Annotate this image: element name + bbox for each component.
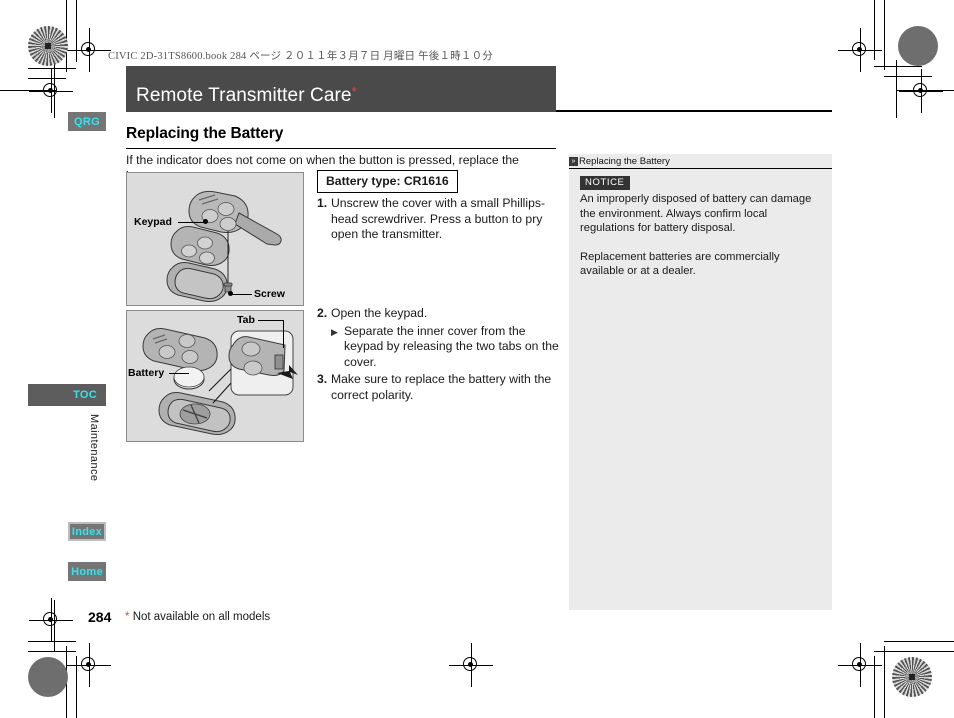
step-text-2: Open the keypad. bbox=[331, 306, 428, 320]
section-heading-rule bbox=[126, 148, 556, 149]
figure-transmitter-exploded bbox=[126, 172, 304, 306]
double-chevron-icon: » bbox=[569, 156, 578, 166]
step-number-1: 1. bbox=[317, 196, 328, 210]
page-title-band: Remote Transmitter Care* bbox=[126, 66, 556, 112]
title-asterisk: * bbox=[351, 84, 357, 99]
figure2-label-tab: Tab bbox=[237, 314, 255, 326]
notice-badge: NOTICE bbox=[580, 176, 630, 190]
section-label-vertical: Maintenance bbox=[88, 414, 100, 482]
steps-group-first: 1. Unscrew the cover with a small Philli… bbox=[317, 196, 562, 245]
figure1-leader-keypad bbox=[178, 222, 205, 223]
manual-page: CIVIC 2D-31TS8600.book 284 ページ ２０１１年３月７日… bbox=[0, 0, 954, 718]
page-title-text: Remote Transmitter Care bbox=[136, 85, 352, 106]
sidebar-paragraph-1: An improperly disposed of battery can da… bbox=[580, 193, 812, 234]
registration-mark-right-upper bbox=[899, 69, 943, 113]
transmitter-exploded-illustration bbox=[166, 190, 282, 302]
figure2-leader-tab-vert bbox=[283, 320, 284, 348]
sidebar-header: » Replacing the Battery bbox=[569, 154, 832, 169]
step-item-2: 2. Open the keypad. bbox=[317, 306, 562, 322]
sidebar-notice-panel: » Replacing the Battery NOTICE An improp… bbox=[569, 154, 832, 610]
print-header-line: CIVIC 2D-31TS8600.book 284 ページ ２０１１年３月７日… bbox=[108, 51, 493, 62]
triangle-right-icon: ▶ bbox=[331, 326, 338, 337]
figure1-leader-dot-screw bbox=[228, 291, 233, 296]
registration-mark-bottom-left bbox=[29, 598, 73, 642]
figure1-label-keypad: Keypad bbox=[134, 216, 172, 228]
figure2-label-battery: Battery bbox=[128, 367, 165, 379]
registration-mark-top-right bbox=[838, 28, 882, 72]
figure2-leader-battery bbox=[169, 373, 189, 374]
nav-tab-qrg[interactable]: QRG bbox=[68, 112, 106, 131]
figure2-leader-tab bbox=[258, 320, 284, 321]
sidebar-header-text: Replacing the Battery bbox=[579, 155, 670, 167]
rosette-mark-top-left bbox=[28, 26, 68, 66]
registration-mark-bottom-center bbox=[449, 643, 493, 687]
registration-mark-left-upper bbox=[29, 69, 73, 113]
solid-dot-mark-top-right bbox=[898, 26, 938, 66]
solid-dot-mark-bottom-left bbox=[28, 657, 68, 697]
step-text-1: Unscrew the cover with a small Phillips-… bbox=[331, 196, 546, 241]
sidebar-body: An improperly disposed of battery can da… bbox=[580, 192, 820, 293]
footnote: * Not available on all models bbox=[125, 611, 270, 623]
nav-tab-toc[interactable]: TOC bbox=[28, 384, 106, 406]
rosette-mark-bottom-right bbox=[892, 657, 932, 697]
figure1-leader-dot-keypad bbox=[203, 219, 208, 224]
footnote-asterisk: * bbox=[125, 611, 130, 623]
step-number-2: 2. bbox=[317, 306, 328, 320]
step-text-3: Make sure to replace the battery with th… bbox=[331, 372, 552, 402]
step-number-3: 3. bbox=[317, 372, 328, 386]
figure1-leader-screw bbox=[232, 294, 252, 295]
registration-mark-top-left bbox=[67, 28, 111, 72]
nav-tab-home[interactable]: Home bbox=[68, 562, 106, 581]
step-item-1: 1. Unscrew the cover with a small Philli… bbox=[317, 196, 562, 243]
nav-tab-index[interactable]: Index bbox=[68, 522, 106, 541]
section-heading: Replacing the Battery bbox=[126, 125, 284, 142]
step-item-3: 3. Make sure to replace the battery with… bbox=[317, 372, 562, 403]
title-rule bbox=[556, 110, 832, 112]
figure1-label-screw: Screw bbox=[254, 288, 285, 300]
substep-text-2a: Separate the inner cover from the keypad… bbox=[344, 323, 559, 369]
page-number: 284 bbox=[88, 609, 112, 625]
registration-mark-left-lower bbox=[67, 643, 111, 687]
substep-item-2a: ▶ Separate the inner cover from the keyp… bbox=[331, 324, 562, 371]
steps-group-second: 2. Open the keypad. ▶ Separate the inner… bbox=[317, 306, 562, 405]
sidebar-paragraph-2: Replacement batteries are commercially a… bbox=[580, 250, 780, 278]
registration-mark-bottom-right bbox=[838, 643, 882, 687]
footnote-text: Not available on all models bbox=[132, 611, 271, 623]
page-title: Remote Transmitter Care* bbox=[136, 85, 357, 107]
battery-type-box: Battery type: CR1616 bbox=[317, 170, 458, 193]
